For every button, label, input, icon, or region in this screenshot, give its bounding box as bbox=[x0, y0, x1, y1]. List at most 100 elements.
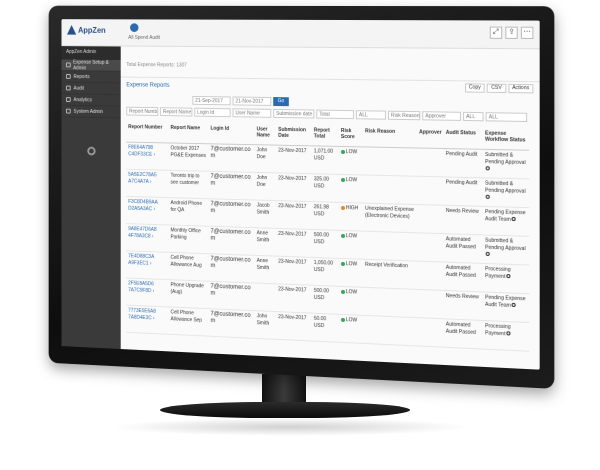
home-icon[interactable] bbox=[130, 23, 139, 33]
risk-indicator-icon bbox=[340, 261, 345, 267]
report-link-icon[interactable]: › bbox=[153, 288, 155, 294]
subheader-text: Total Expense Reports: 1307 bbox=[126, 62, 187, 69]
report-link-icon[interactable]: › bbox=[153, 206, 155, 212]
cell-report-number[interactable]: 7773E5E6A8 7A8D4E3C › bbox=[126, 304, 169, 334]
col-login-id[interactable]: Login Id bbox=[208, 123, 255, 145]
risk-indicator-icon bbox=[340, 177, 345, 183]
monitor-bezel: AppZen All Spend Audit ⤢ ⇪ ⋯ AppZen Admi… bbox=[48, 5, 555, 389]
report-link-icon[interactable]: › bbox=[153, 315, 155, 321]
floor-shadow bbox=[110, 418, 470, 436]
cell-report-total: 261.98 USD bbox=[311, 201, 339, 230]
risk-indicator-icon bbox=[340, 317, 345, 323]
filter-submission-date[interactable]: Submission date bbox=[273, 108, 315, 119]
sidebar: AppZen Admin Expense Setup & Admin Repor… bbox=[61, 46, 121, 350]
col-report-number[interactable]: Report Number bbox=[126, 122, 169, 143]
share-icon[interactable]: ⇪ bbox=[505, 26, 518, 39]
risk-label: LOW bbox=[345, 176, 358, 183]
report-link-icon[interactable]: › bbox=[153, 151, 155, 157]
sidebar-user[interactable]: AppZen Admin bbox=[61, 46, 121, 61]
report-link-icon[interactable]: › bbox=[152, 233, 154, 239]
product-photo: AppZen All Spend Audit ⤢ ⇪ ⋯ AppZen Admi… bbox=[0, 0, 600, 470]
report-link-icon[interactable]: › bbox=[150, 179, 152, 185]
cell-risk-score: LOW bbox=[338, 313, 364, 343]
refresh-icon[interactable] bbox=[506, 331, 511, 336]
col-approver[interactable]: Approver bbox=[417, 127, 444, 149]
date-to-input[interactable]: 21-Nov-2017 bbox=[232, 96, 272, 106]
gear-icon bbox=[66, 62, 71, 68]
cell-risk-reason bbox=[363, 314, 418, 346]
filter-login-id[interactable]: Login Id bbox=[194, 107, 231, 118]
col-risk-reason[interactable]: Risk Reason bbox=[363, 126, 418, 148]
monitor-screen: AppZen All Spend Audit ⤢ ⇪ ⋯ AppZen Admi… bbox=[61, 19, 540, 370]
filter-workflow-select[interactable]: ALL bbox=[485, 112, 528, 123]
col-workflow-status[interactable]: Expense Workflow Status bbox=[482, 128, 530, 150]
cell-report-number[interactable]: F8E64A798 C4DF33CE › bbox=[126, 141, 169, 170]
copy-button[interactable]: Copy bbox=[464, 83, 485, 93]
report-number-link[interactable]: 2F5E8A5D6 7A7C9F8D bbox=[128, 280, 154, 294]
sidebar-item-analytics[interactable]: Analytics bbox=[61, 94, 121, 107]
cell-risk-score: LOW bbox=[338, 257, 364, 287]
filter-user-name[interactable]: User Name bbox=[232, 108, 272, 118]
filter-risk-reason[interactable]: Risk Reason bbox=[387, 110, 421, 121]
cell-report-total: 50.00 USD bbox=[311, 312, 339, 342]
report-link-icon[interactable]: › bbox=[150, 260, 152, 266]
col-risk-score[interactable]: Risk Score bbox=[338, 125, 364, 147]
cell-report-name: Phone Upgrade (Aug) bbox=[168, 279, 209, 309]
cell-report-number[interactable]: 7E4D88C3A A9F3EC1 › bbox=[126, 250, 169, 280]
cell-login-id: 7@customer.co m bbox=[208, 253, 255, 283]
cell-login-id: 7@customer.co m bbox=[208, 143, 255, 172]
subheader: Total Expense Reports: 1307 bbox=[120, 46, 540, 83]
filter-report-number[interactable]: Report Number bbox=[126, 106, 159, 116]
filter-report-name[interactable]: Report Name bbox=[160, 107, 193, 117]
refresh-icon[interactable] bbox=[486, 252, 491, 257]
app-logo[interactable]: AppZen bbox=[67, 25, 106, 35]
col-user-name[interactable]: User Name bbox=[254, 124, 277, 145]
risk-indicator-icon bbox=[340, 149, 345, 155]
cell-report-number[interactable]: 2F5E8A5D6 7A7C9F8D › bbox=[126, 277, 169, 307]
cell-login-id: 7@customer.co m bbox=[208, 308, 255, 338]
csv-button[interactable]: CSV bbox=[487, 83, 506, 94]
sidebar-item-reports[interactable]: Reports bbox=[61, 71, 121, 84]
settings-gear-icon[interactable] bbox=[87, 146, 96, 156]
sidebar-item-system-admin[interactable]: System Admin bbox=[61, 105, 121, 119]
refresh-icon[interactable] bbox=[486, 194, 491, 200]
cell-report-number[interactable]: 9A8E47D6A8 4F78A3C8 › bbox=[126, 223, 169, 252]
report-number-link[interactable]: F8E64A798 C4DF33CE bbox=[128, 144, 153, 157]
cell-workflow-status: Pending Expense Audit Team bbox=[482, 291, 530, 322]
main-content: Total Expense Reports: 1307 Expense Repo… bbox=[120, 46, 540, 370]
cell-risk-score: LOW bbox=[338, 285, 364, 315]
refresh-icon[interactable] bbox=[511, 217, 516, 222]
go-button[interactable]: Go bbox=[273, 97, 289, 107]
workflow-label: Pending Expense Audit Team bbox=[485, 208, 526, 223]
cell-workflow-status: Submitted & Pending Approval bbox=[482, 148, 530, 179]
cell-report-total: 325.00 USD bbox=[311, 173, 339, 202]
more-icon[interactable]: ⋯ bbox=[520, 26, 534, 40]
col-report-total[interactable]: Report Total bbox=[311, 125, 339, 146]
col-submission-date[interactable]: Submission Date bbox=[276, 124, 312, 146]
expand-icon[interactable]: ⤢ bbox=[489, 26, 503, 39]
refresh-icon[interactable] bbox=[511, 303, 516, 308]
window-icons: ⤢ ⇪ ⋯ bbox=[489, 26, 534, 40]
sidebar-item-audit[interactable]: Audit bbox=[61, 82, 121, 95]
refresh-icon[interactable] bbox=[486, 166, 491, 171]
cell-risk-score: LOW bbox=[338, 229, 364, 259]
col-report-name[interactable]: Report Name bbox=[168, 122, 209, 144]
col-audit-status[interactable]: Audit Status bbox=[443, 127, 483, 149]
cell-report-number[interactable]: 5A5E2C78A5 A7C4A7A › bbox=[126, 168, 169, 198]
date-from-input[interactable]: 21-Sep-2017 bbox=[192, 95, 231, 106]
cell-report-number[interactable]: F3C8D4B9AA D2A5A3AC › bbox=[126, 195, 169, 225]
cell-audit-status: Automated Audit Passed bbox=[443, 233, 483, 263]
filter-audit-status-select[interactable]: ALL bbox=[463, 111, 484, 122]
filter-total[interactable]: Total bbox=[316, 109, 354, 120]
breadcrumb[interactable]: All Spend Audit bbox=[128, 35, 160, 41]
filter-approver[interactable]: Approver bbox=[422, 111, 461, 121]
filter-risk-score-select[interactable]: ALL bbox=[355, 110, 386, 120]
report-number-link[interactable]: 5A5E2C78A5 A7C4A7A bbox=[128, 171, 156, 184]
risk-indicator-icon bbox=[340, 205, 345, 211]
risk-indicator-icon bbox=[340, 233, 345, 239]
sidebar-item-expense-setup[interactable]: Expense Setup & Admin bbox=[61, 59, 121, 72]
cell-workflow-status: Processing Payment bbox=[482, 262, 530, 294]
refresh-icon[interactable] bbox=[506, 274, 511, 279]
cell-submission-date: 23-Nov-2017 bbox=[276, 227, 312, 257]
actions-button[interactable]: Actions bbox=[507, 83, 534, 94]
